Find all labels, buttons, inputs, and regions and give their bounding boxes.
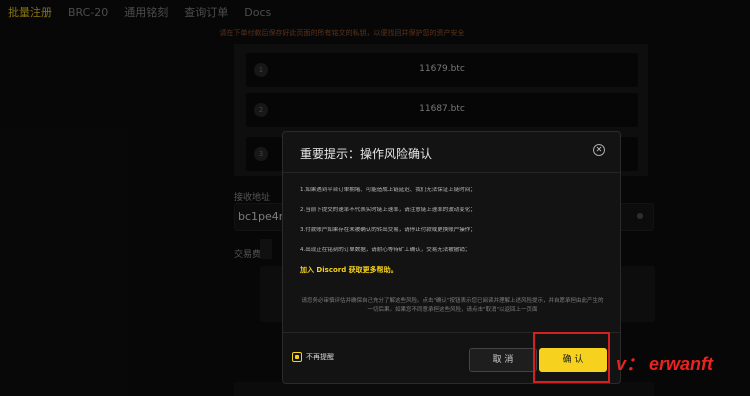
rule-item: 2.当前下提交的速率不代表实时链上速率，请注意链上速率的波动变化； xyxy=(300,207,476,213)
dont-remind-toggle[interactable]: 不再提醒 xyxy=(292,352,334,362)
rule-item: 3.付款账户如果存在未被确认的转出交易，请停止付款或更换账户操作； xyxy=(300,227,476,233)
dont-remind-label: 不再提醒 xyxy=(306,353,334,361)
rule-item: 4.出现正在铭刻的订单数据，请耐心等待矿工确认，交易无法被撤销； xyxy=(300,247,471,253)
discord-help-link[interactable]: 加入 Discord 获取更多帮助。 xyxy=(300,265,398,275)
checkbox-icon[interactable] xyxy=(292,352,302,362)
cancel-button[interactable]: 取 消 xyxy=(469,348,537,372)
divider xyxy=(283,172,620,173)
rules-list: 1.如果遇到平台订单拥堵、可能造成上链延迟、我们无法保证上链时间； 2.当前下提… xyxy=(300,187,605,267)
watermark-text: v： erwanft xyxy=(616,354,714,374)
highlight-box xyxy=(533,332,610,383)
rule-item: 1.如果遇到平台订单拥堵、可能造成上链延迟、我们无法保证上链时间； xyxy=(300,187,476,193)
close-icon[interactable]: ✕ xyxy=(593,144,605,156)
risk-disclaimer: 请您务必审慎评估并确保自己充分了解这些风险。点击"确认"按钮表示您已阅读并理解上… xyxy=(301,298,604,313)
modal-title: 重要提示：操作风险确认 xyxy=(300,147,433,161)
